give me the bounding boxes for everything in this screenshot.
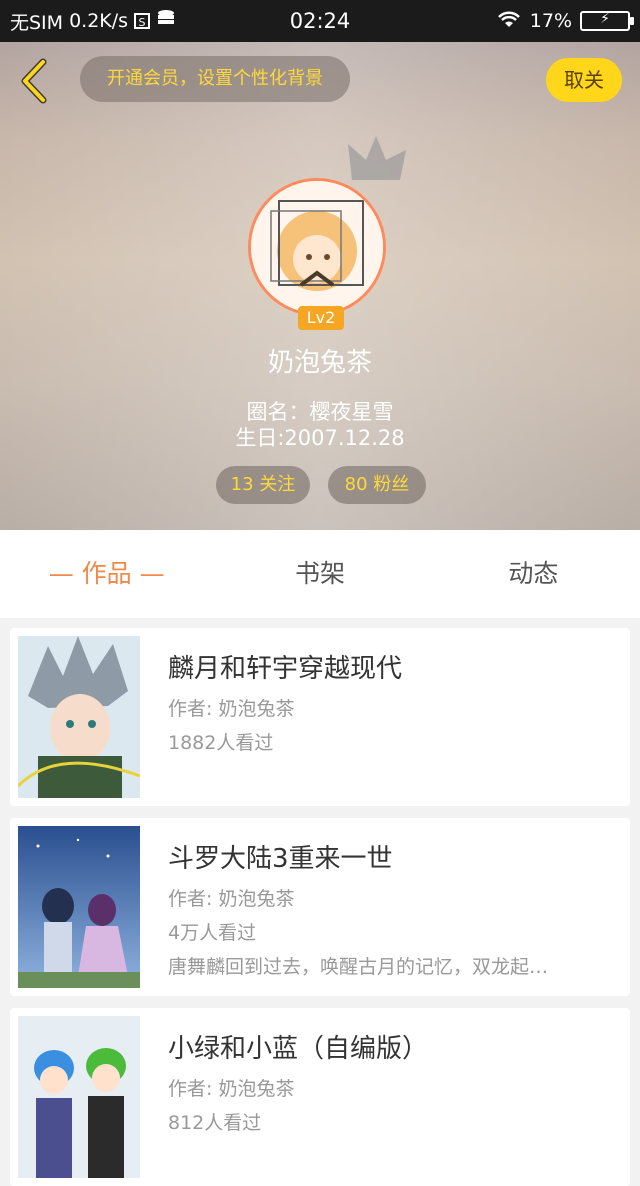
- cover-image: [18, 826, 140, 988]
- back-arrow-icon: [21, 58, 47, 104]
- avatar[interactable]: [248, 178, 392, 322]
- list-item[interactable]: 斗罗大陆3重来一世 作者: 奶泡兔茶 4万人看过 唐舞麟回到过去，唤醒古月的记忆…: [10, 818, 630, 996]
- work-title: 斗罗大陆3重来一世: [168, 844, 393, 874]
- work-title: 麟月和轩宇穿越现代: [168, 654, 403, 684]
- fans-count[interactable]: 80 粉丝: [328, 466, 426, 504]
- avatar-image: [248, 178, 386, 316]
- cover-image: [18, 636, 140, 798]
- profile-tabs: — 作品 — 书架 动态: [0, 530, 640, 618]
- user-nickname: 奶泡兔茶: [267, 348, 372, 378]
- work-description: 唐舞麟回到过去，唤醒古月的记忆，双龙起…: [168, 956, 549, 978]
- list-item[interactable]: 麟月和轩宇穿越现代 作者: 奶泡兔茶 1882人看过: [10, 628, 630, 806]
- work-author: 作者: 奶泡兔茶: [168, 698, 295, 720]
- vip-background-banner[interactable]: 开通会员，设置个性化背景: [80, 56, 350, 102]
- work-views: 4万人看过: [168, 922, 257, 944]
- back-button[interactable]: [14, 56, 54, 106]
- birthday: 生日:2007.12.28: [235, 426, 405, 450]
- cover-image: [18, 1016, 140, 1178]
- following-count[interactable]: 13 关注: [216, 466, 310, 504]
- work-author: 作者: 奶泡兔茶: [168, 1078, 295, 1100]
- status-right: 17% ⚡: [496, 0, 634, 42]
- work-title: 小绿和小蓝（自编版）: [168, 1034, 429, 1064]
- profile-header: 开通会员，设置个性化背景 取关 Lv2 奶泡兔茶 圈名：樱夜星雪 生日:2007…: [0, 42, 640, 530]
- work-views: 1882人看过: [168, 732, 274, 754]
- unfollow-button[interactable]: 取关: [546, 58, 622, 102]
- wifi-icon: [496, 9, 522, 34]
- status-bar: 无SIM 0.2K/s S 02:24 17% ⚡: [0, 0, 640, 42]
- battery-icon: ⚡: [580, 11, 634, 31]
- tab-bookshelf[interactable]: 书架: [213, 530, 426, 618]
- tab-works[interactable]: — 作品 —: [0, 530, 213, 618]
- level-badge: Lv2: [298, 306, 344, 330]
- work-author: 作者: 奶泡兔茶: [168, 888, 295, 910]
- tab-activity[interactable]: 动态: [427, 530, 640, 618]
- work-views: 812人看过: [168, 1112, 262, 1134]
- battery-percent: 17%: [529, 10, 572, 32]
- list-item[interactable]: 小绿和小蓝（自编版） 作者: 奶泡兔茶 812人看过: [10, 1008, 630, 1186]
